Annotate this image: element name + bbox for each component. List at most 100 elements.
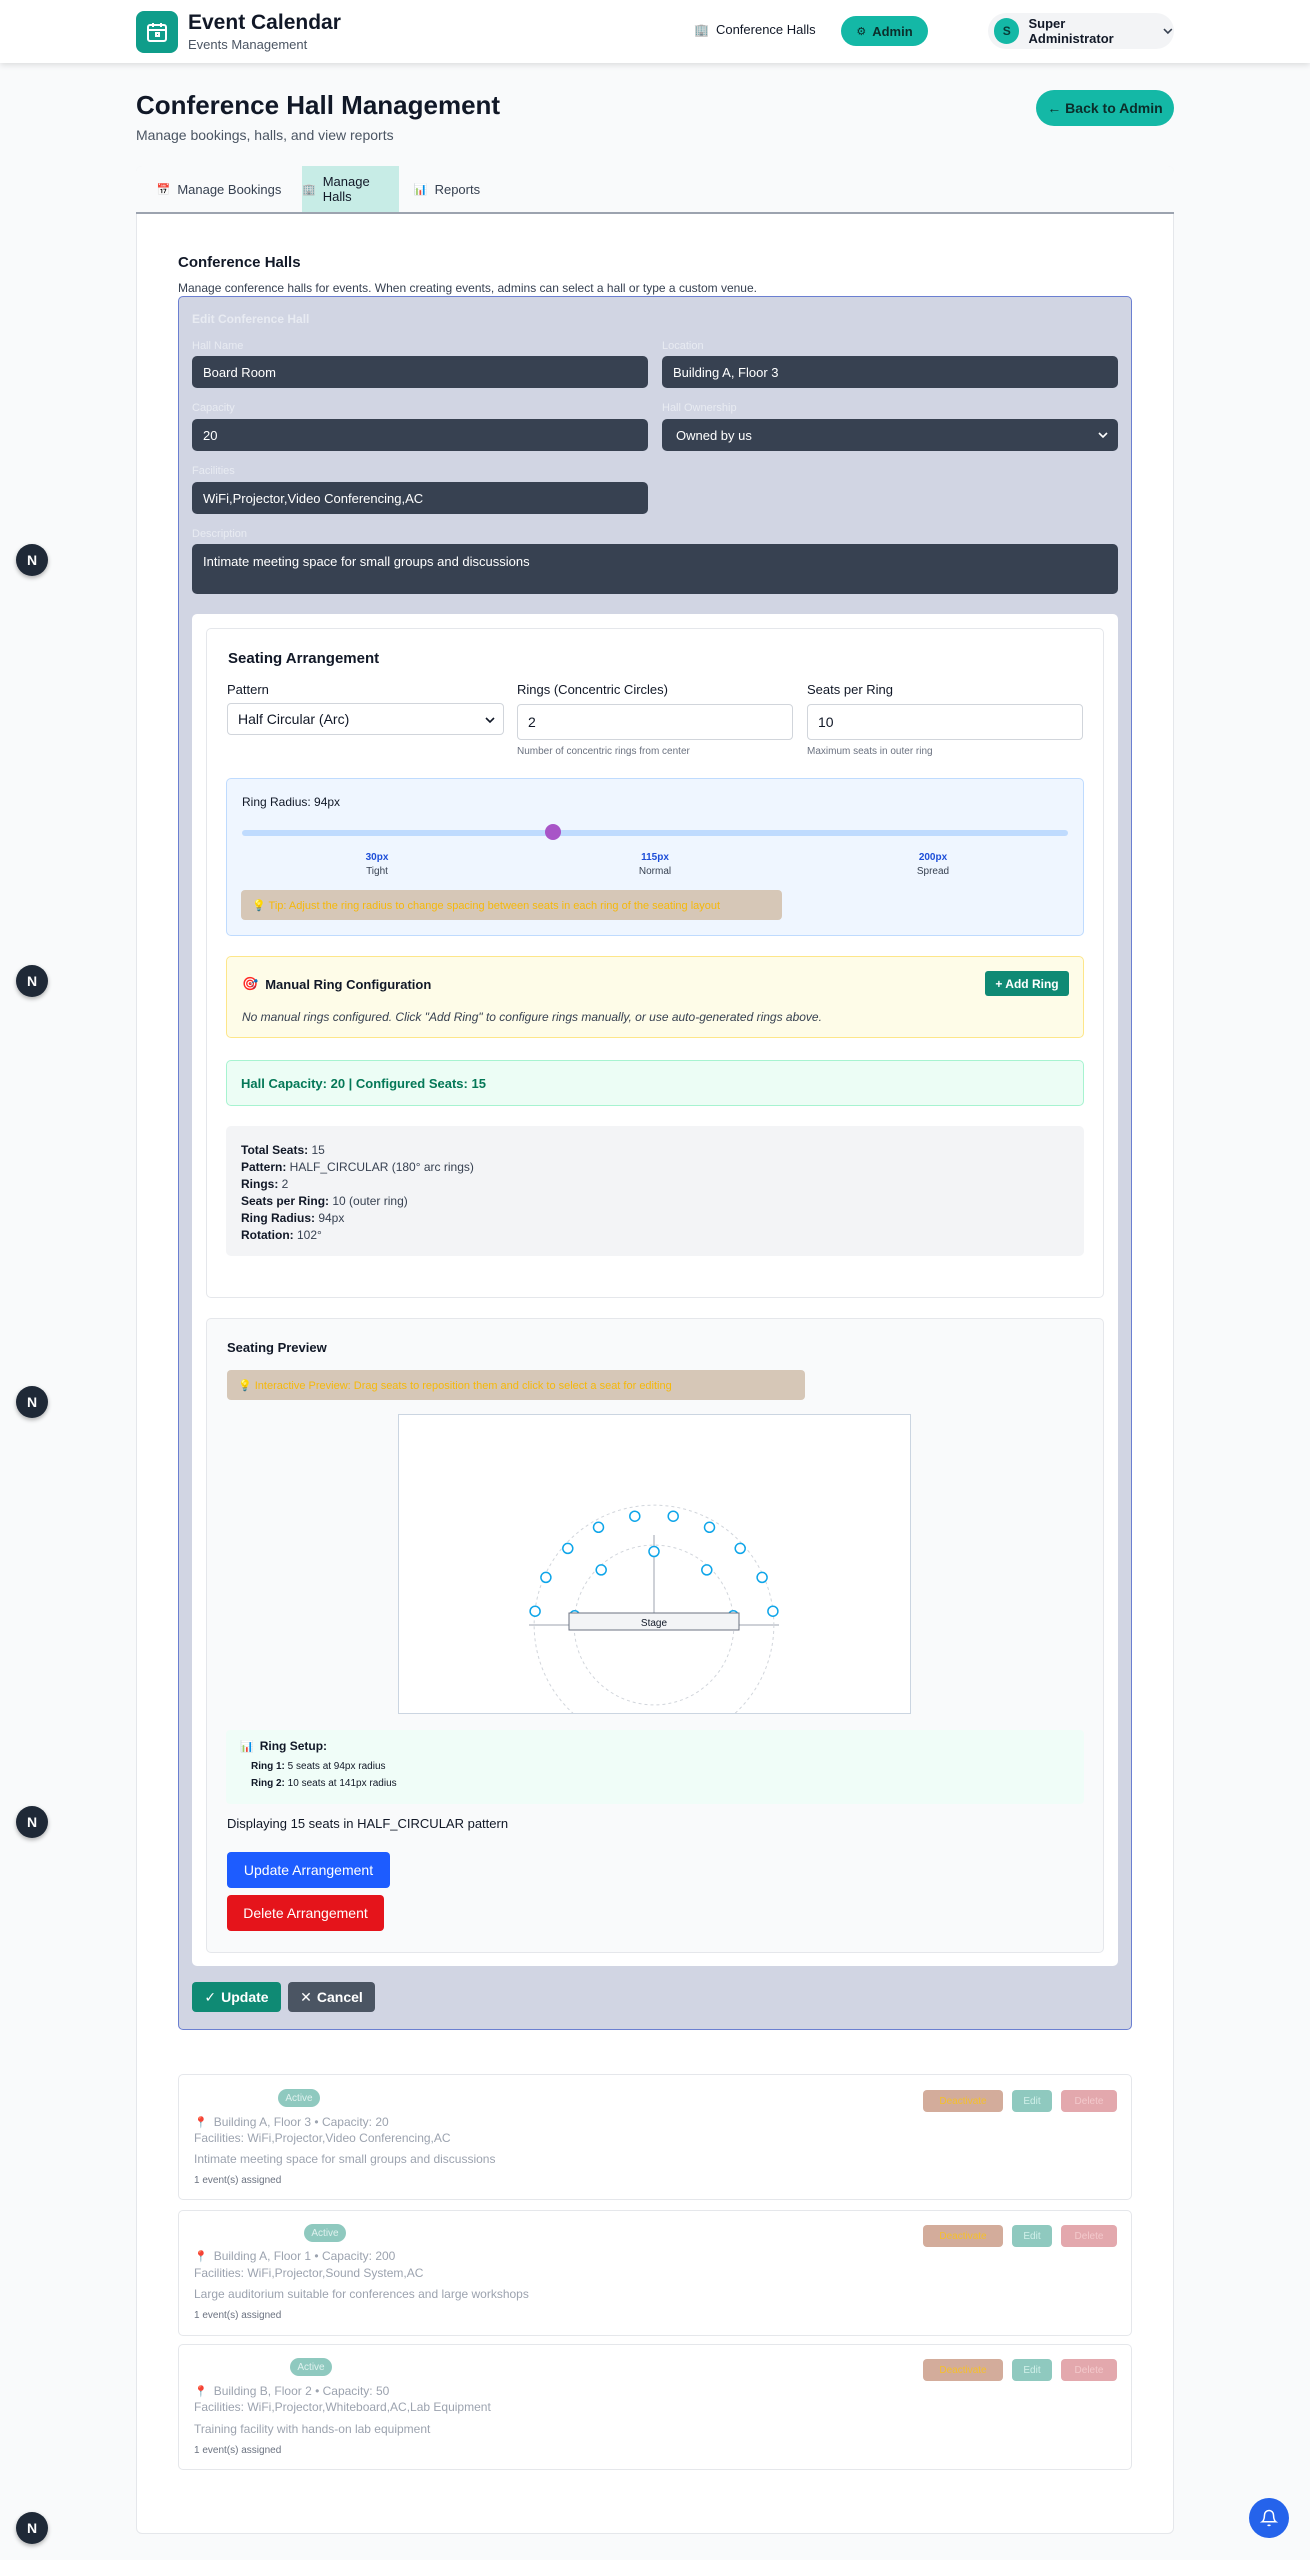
seat-ring-2-9[interactable] — [756, 1571, 768, 1584]
hall-location: 📍 Building A, Floor 3 • Capacity: 20 — [194, 2115, 389, 2129]
ring-radius-label: Ring Radius: 94px — [242, 795, 341, 809]
user-menu-button[interactable]: S Super Administrator — [988, 13, 1174, 49]
tab-manage-bookings[interactable]: 📅 Manage Bookings — [136, 166, 302, 212]
nav-link-label: Conference Halls — [715, 22, 816, 37]
back-to-admin-button[interactable]: ← Back to Admin — [1036, 90, 1174, 126]
nav-link-conference-halls[interactable]: 🏢 Conference Halls — [694, 22, 816, 37]
deactivate-button[interactable]: Deactivate — [923, 2090, 1003, 2112]
chevron-down-icon — [485, 717, 495, 724]
top-navigation-bar: Event Calendar Events Management 🏢 Confe… — [0, 0, 1310, 63]
chevron-down-icon — [1163, 28, 1173, 35]
edit-button[interactable]: Edit — [1012, 2225, 1052, 2247]
edit-button[interactable]: Edit — [1012, 2090, 1052, 2112]
bar-chart-icon: 📊 — [413, 183, 428, 196]
hall-description: Intimate meeting space for small groups … — [194, 2152, 496, 2166]
delete-button[interactable]: Delete — [1061, 2359, 1117, 2381]
seat-ring-2-4[interactable] — [592, 1521, 605, 1534]
dev-tools-badge[interactable]: N — [16, 1386, 48, 1418]
ring-radius-slider[interactable] — [242, 830, 1068, 836]
capacity-label: Capacity — [192, 402, 235, 414]
seat-ring-2-7[interactable] — [703, 1521, 716, 1534]
close-icon: ✕ — [300, 1988, 312, 2005]
rings-input[interactable]: 2 — [517, 704, 793, 740]
facilities-input[interactable]: WiFi,Projector,Video Conferencing,AC — [192, 482, 648, 514]
summary-key: Pattern: — [241, 1160, 287, 1174]
summary-rotation: Rotation: 102° — [241, 1228, 322, 1242]
edit-button[interactable]: Edit — [1012, 2359, 1052, 2381]
seating-preview-canvas: Stage — [398, 1414, 911, 1746]
deactivate-button[interactable]: Deactivate — [923, 2359, 1003, 2381]
notification-bell-icon[interactable] — [1249, 2498, 1289, 2538]
hall-description: Large auditorium suitable for conference… — [194, 2287, 529, 2301]
summary-value: 15 — [308, 1143, 325, 1157]
update-hall-button[interactable]: ✓ Update — [192, 1982, 281, 2012]
tab-reports[interactable]: 📊 Reports — [399, 166, 495, 212]
seat-ring-2-1[interactable] — [529, 1605, 541, 1617]
summary-pattern: Pattern: HALF_CIRCULAR (180° arc rings) — [241, 1160, 474, 1174]
hall-name-label: Hall Name — [192, 340, 244, 352]
calendar-logo-icon[interactable] — [136, 11, 178, 53]
pin-icon: 📍 — [194, 2385, 208, 2398]
tab-manage-halls[interactable]: 🏢 Manage Halls — [302, 166, 399, 212]
seat-ring-1-4[interactable] — [701, 1564, 713, 1576]
capacity-input[interactable]: 20 — [192, 419, 648, 451]
rings-hint: Number of concentric rings from center — [517, 746, 690, 757]
dev-tools-badge[interactable]: N — [16, 2512, 48, 2544]
seat-ring-1-3[interactable] — [648, 1545, 660, 1558]
seat-ring-2-3[interactable] — [562, 1542, 574, 1555]
cancel-edit-button[interactable]: ✕ Cancel — [288, 1982, 375, 2012]
delete-button[interactable]: Delete — [1061, 2225, 1117, 2247]
hall-location-text: Building A, Floor 3 • Capacity: 20 — [213, 2115, 389, 2129]
building-icon: 🏢 — [302, 183, 316, 196]
deactivate-button[interactable]: Deactivate — [923, 2225, 1003, 2247]
hall-location-text: Building A, Floor 1 • Capacity: 200 — [213, 2249, 396, 2263]
ownership-select[interactable]: Owned by us — [662, 419, 1118, 451]
bar-chart-icon: 📊 — [240, 1740, 254, 1753]
pattern-select[interactable]: Half Circular (Arc) — [227, 703, 504, 735]
description-textarea[interactable]: Intimate meeting space for small groups … — [192, 544, 1118, 594]
location-input[interactable]: Building A, Floor 3 — [662, 356, 1118, 388]
tab-bar: 📅 Manage Bookings 🏢 Manage Halls 📊 Repor… — [136, 166, 1174, 214]
summary-seats-per-ring: Seats per Ring: 10 (outer ring) — [241, 1194, 408, 1208]
delete-arrangement-button[interactable]: Delete Arrangement — [227, 1895, 384, 1931]
dev-tools-badge[interactable]: N — [16, 965, 48, 997]
ring-setup-title: Ring Setup: — [259, 1739, 328, 1753]
target-icon: 🎯 — [242, 976, 259, 991]
hall-name-input[interactable]: Board Room — [192, 356, 648, 388]
interactive-preview-note: 💡 Interactive Preview: Drag seats to rep… — [227, 1370, 805, 1400]
summary-key: Seats per Ring: — [241, 1194, 330, 1208]
seats-per-ring-input[interactable]: 10 — [807, 704, 1083, 740]
seat-ring-2-5[interactable] — [629, 1510, 641, 1522]
display-count-text: Displaying 15 seats in HALF_CIRCULAR pat… — [227, 1816, 509, 1831]
nav-admin-button[interactable]: ⚙ Admin — [841, 16, 928, 46]
add-ring-button[interactable]: + Add Ring — [985, 971, 1069, 996]
arrangement-summary — [226, 1126, 1084, 1256]
avatar: S — [994, 18, 1020, 44]
seating-layout-diagram: Stage — [529, 1504, 779, 1746]
seat-ring-2-10[interactable] — [767, 1605, 779, 1617]
cancel-label: Cancel — [316, 1989, 363, 2005]
delete-button[interactable]: Delete — [1061, 2090, 1117, 2112]
seat-ring-2-6[interactable] — [667, 1510, 679, 1522]
seat-ring-2-2[interactable] — [540, 1571, 552, 1584]
seat-ring-2-8[interactable] — [734, 1542, 746, 1555]
tick-value-normal: 115px — [641, 852, 669, 863]
ring-radius-slider-handle[interactable] — [544, 824, 561, 840]
summary-key: Rings: — [241, 1177, 279, 1191]
app-title[interactable]: Event Calendar — [188, 11, 341, 35]
update-arrangement-button[interactable]: Update Arrangement — [227, 1852, 390, 1888]
description-label: Description — [192, 528, 248, 540]
tab-label: Manage Halls — [322, 174, 370, 204]
seats-per-ring-hint: Maximum seats in outer ring — [807, 746, 933, 757]
dev-tools-badge[interactable]: N — [16, 544, 48, 576]
summary-rings: Rings: 2 — [241, 1177, 288, 1191]
status-badge: Active — [304, 2224, 346, 2242]
nav-admin-label: Admin — [872, 23, 913, 39]
page-subtitle: Manage bookings, halls, and view reports — [136, 127, 394, 143]
seat-ring-1-2[interactable] — [595, 1564, 607, 1576]
hall-location: 📍 Building B, Floor 2 • Capacity: 50 — [194, 2384, 389, 2398]
tick-name-tight: Tight — [366, 866, 388, 877]
dev-tools-badge[interactable]: N — [16, 1806, 48, 1838]
calendar-icon: 📅 — [156, 183, 171, 196]
pin-icon: 📍 — [194, 2116, 208, 2129]
